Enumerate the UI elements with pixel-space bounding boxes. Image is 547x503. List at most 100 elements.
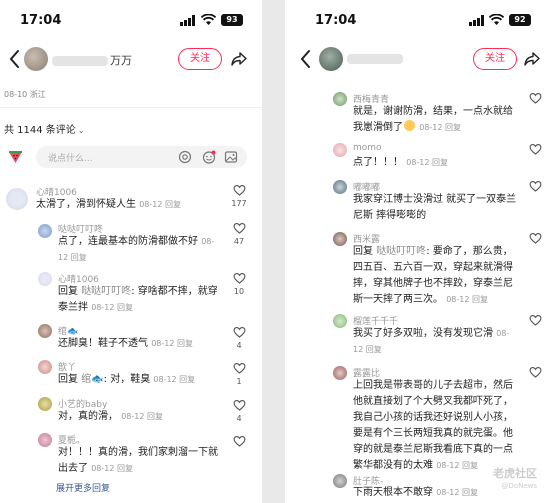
- reply-avatar[interactable]: [38, 360, 52, 374]
- reply-body[interactable]: 我家穿江博士没滑过 就买了一双泰兰尼斯 摔得嘭嘭的: [353, 192, 517, 224]
- like-button[interactable]: 10: [231, 272, 247, 296]
- top-nav: 万万 关注: [0, 44, 262, 76]
- follow-button[interactable]: 关注: [178, 48, 222, 70]
- status-bar: 17:04 93: [0, 0, 262, 40]
- reply-meta[interactable]: 08-12 回复: [91, 303, 133, 312]
- back-arrow-icon[interactable]: [297, 48, 315, 70]
- heart-icon: [233, 185, 245, 196]
- reply-avatar[interactable]: [333, 314, 347, 328]
- like-button[interactable]: [527, 232, 543, 247]
- reply-body[interactable]: 回复 哒哒叮叮咚: 要命了，那么贵，四五百、五六百一双，穿起来就滑得摔，穿其他牌…: [353, 244, 517, 308]
- comment-input[interactable]: 说点什么...: [36, 146, 247, 168]
- battery-icon: 92: [509, 14, 531, 26]
- comment-meta[interactable]: 08-12 回复: [139, 200, 181, 209]
- reply-body[interactable]: 上回我是带表哥的儿子去超市，然后他就直接划了个大劈叉我都吓死了，我自己小孩的话我…: [353, 378, 517, 474]
- reply-avatar[interactable]: [38, 324, 52, 338]
- reply-avatar[interactable]: [333, 143, 347, 157]
- wifi-icon: [489, 14, 504, 25]
- like-button[interactable]: 177: [231, 184, 247, 208]
- image-icon[interactable]: [224, 150, 238, 164]
- heart-icon: [529, 367, 541, 378]
- emoji-icon[interactable]: [202, 150, 216, 164]
- reply-target[interactable]: 绾: [81, 374, 91, 385]
- like-button[interactable]: 4: [231, 399, 247, 423]
- reply-avatar[interactable]: [38, 272, 52, 286]
- comment-item: 心晴1006 太滑了，滑到怀疑人生 08-12 回复 177: [0, 182, 262, 220]
- chevron-down-icon: ⌄: [77, 126, 85, 135]
- blurred-name: [52, 56, 108, 66]
- reply-body[interactable]: 还脚臭！鞋子不透气 08-12 回复: [58, 336, 223, 352]
- reply-item: 哒哒叮叮咚 点了，连最基本的防滑都做不好 08-12 回复 47: [0, 220, 262, 266]
- reply-body[interactable]: 对！！！真的滑，我们家刺溜一下就出去了 08-12 回复: [58, 445, 223, 477]
- author-avatar[interactable]: [319, 47, 343, 71]
- reply-item: 歆丫 回复 绾🐟: 对，鞋臭 08-12 回复 1: [0, 356, 262, 392]
- reply-item: 西梅青青 就是，谢谢防滑，结果，一点水就给我崽滑倒了 08-12 回复: [285, 88, 547, 136]
- reply-body[interactable]: 我买了好多双啦，没有发现它滑 08-12 回复: [353, 326, 517, 358]
- expand-more-replies[interactable]: 展开更多回复: [56, 481, 110, 494]
- reply-avatar[interactable]: [38, 397, 52, 411]
- heart-icon: [233, 223, 245, 234]
- reply-avatar[interactable]: [333, 92, 347, 106]
- reply-body[interactable]: 回复 绾🐟: 对，鞋臭 08-12 回复: [58, 372, 223, 388]
- like-button[interactable]: [527, 180, 543, 195]
- reply-item: 心晴1006 回复 哒哒叮叮咚: 穿啥都不摔，就穿泰兰拌 08-12 回复 10: [0, 268, 262, 318]
- wifi-icon: [201, 14, 216, 25]
- like-button[interactable]: 1: [231, 362, 247, 386]
- reply-meta[interactable]: 08-12 回复: [91, 464, 133, 473]
- post-date-location: 08-10 浙江: [4, 90, 46, 99]
- reply-meta[interactable]: 08-12 回复: [121, 412, 163, 421]
- share-icon[interactable]: [230, 50, 248, 68]
- reply-item: 夏栀。 对！！！真的滑，我们家刺溜一下就出去了 08-12 回复: [0, 430, 262, 478]
- reply-body[interactable]: 点了！！！ 08-12 回复: [353, 155, 517, 171]
- comment-body[interactable]: 太滑了，滑到怀疑人生 08-12 回复: [36, 197, 216, 213]
- reply-target[interactable]: 哒哒叮叮咚: [81, 286, 131, 297]
- like-button[interactable]: [231, 435, 247, 450]
- author-name[interactable]: 万万: [52, 52, 132, 68]
- author-name[interactable]: [347, 52, 405, 65]
- comment-count[interactable]: 共 1144 条评论 ⌄: [4, 121, 85, 136]
- like-count: 4: [236, 414, 242, 423]
- like-button[interactable]: [527, 366, 543, 381]
- divider: [0, 107, 262, 108]
- reply-body[interactable]: 回复 哒哒叮叮咚: 穿啥都不摔，就穿泰兰拌 08-12 回复: [58, 284, 223, 316]
- reply-avatar[interactable]: [38, 224, 52, 238]
- like-count: 47: [233, 237, 245, 246]
- reply-meta[interactable]: 08-12 回复: [406, 158, 448, 167]
- reply-meta[interactable]: 08-12 回复: [151, 339, 193, 348]
- watermark-handle: @DoNews: [501, 482, 537, 490]
- emoji-icon: [404, 120, 415, 131]
- reply-meta[interactable]: 08-12 回复: [153, 375, 195, 384]
- reply-author[interactable]: momo: [353, 143, 382, 153]
- reply-item: 小艺的baby 对，真的滑， 08-12 回复 4: [0, 394, 262, 428]
- follow-button[interactable]: 关注: [473, 48, 517, 70]
- share-icon[interactable]: [523, 50, 541, 68]
- author-avatar[interactable]: [24, 47, 48, 71]
- reply-avatar[interactable]: [333, 180, 347, 194]
- like-button[interactable]: [527, 314, 543, 329]
- reply-meta[interactable]: 08-12 回复: [446, 295, 488, 304]
- reply-item: 露露比 上回我是带表哥的儿子去超市，然后他就直接划了个大劈叉我都吓死了，我自己小…: [285, 362, 547, 474]
- reply-meta[interactable]: 08-12 回复: [419, 123, 461, 132]
- heart-icon: [529, 144, 541, 155]
- left-screen: 17:04 93 万万 关注 08-10 浙江 共 1144 条评论 ⌄ 说点什么…: [0, 0, 262, 503]
- reply-avatar[interactable]: [333, 366, 347, 380]
- fish-icon: 🐟: [91, 374, 104, 385]
- like-button[interactable]: 4: [231, 326, 247, 350]
- reply-body[interactable]: 对，真的滑， 08-12 回复: [58, 409, 223, 425]
- watermelon-icon: [9, 151, 22, 163]
- reply-avatar[interactable]: [333, 232, 347, 246]
- like-button[interactable]: [527, 143, 543, 158]
- at-icon[interactable]: [178, 150, 192, 164]
- like-button[interactable]: [527, 92, 543, 107]
- reply-body[interactable]: 点了，连最基本的防滑都做不好 08-12 回复: [58, 234, 223, 266]
- like-button[interactable]: 47: [231, 222, 247, 246]
- reply-target[interactable]: 哒哒叮叮咚: [376, 246, 426, 257]
- back-arrow-icon[interactable]: [6, 48, 24, 70]
- reply-item: 西米露 回复 哒哒叮叮咚: 要命了，那么贵，四五百、五六百一双，穿起来就滑得摔，…: [285, 228, 547, 308]
- reply-avatar[interactable]: [333, 474, 347, 488]
- reply-item: 嘟嘟嘟 我家穿江博士没滑过 就买了一双泰兰尼斯 摔得嘭嘭的: [285, 176, 547, 226]
- reply-avatar[interactable]: [38, 433, 52, 447]
- reply-item: 绾🐟 还脚臭！鞋子不透气 08-12 回复 4: [0, 320, 262, 354]
- comment-avatar[interactable]: [6, 188, 28, 210]
- reply-body[interactable]: 就是，谢谢防滑，结果，一点水就给我崽滑倒了 08-12 回复: [353, 104, 517, 136]
